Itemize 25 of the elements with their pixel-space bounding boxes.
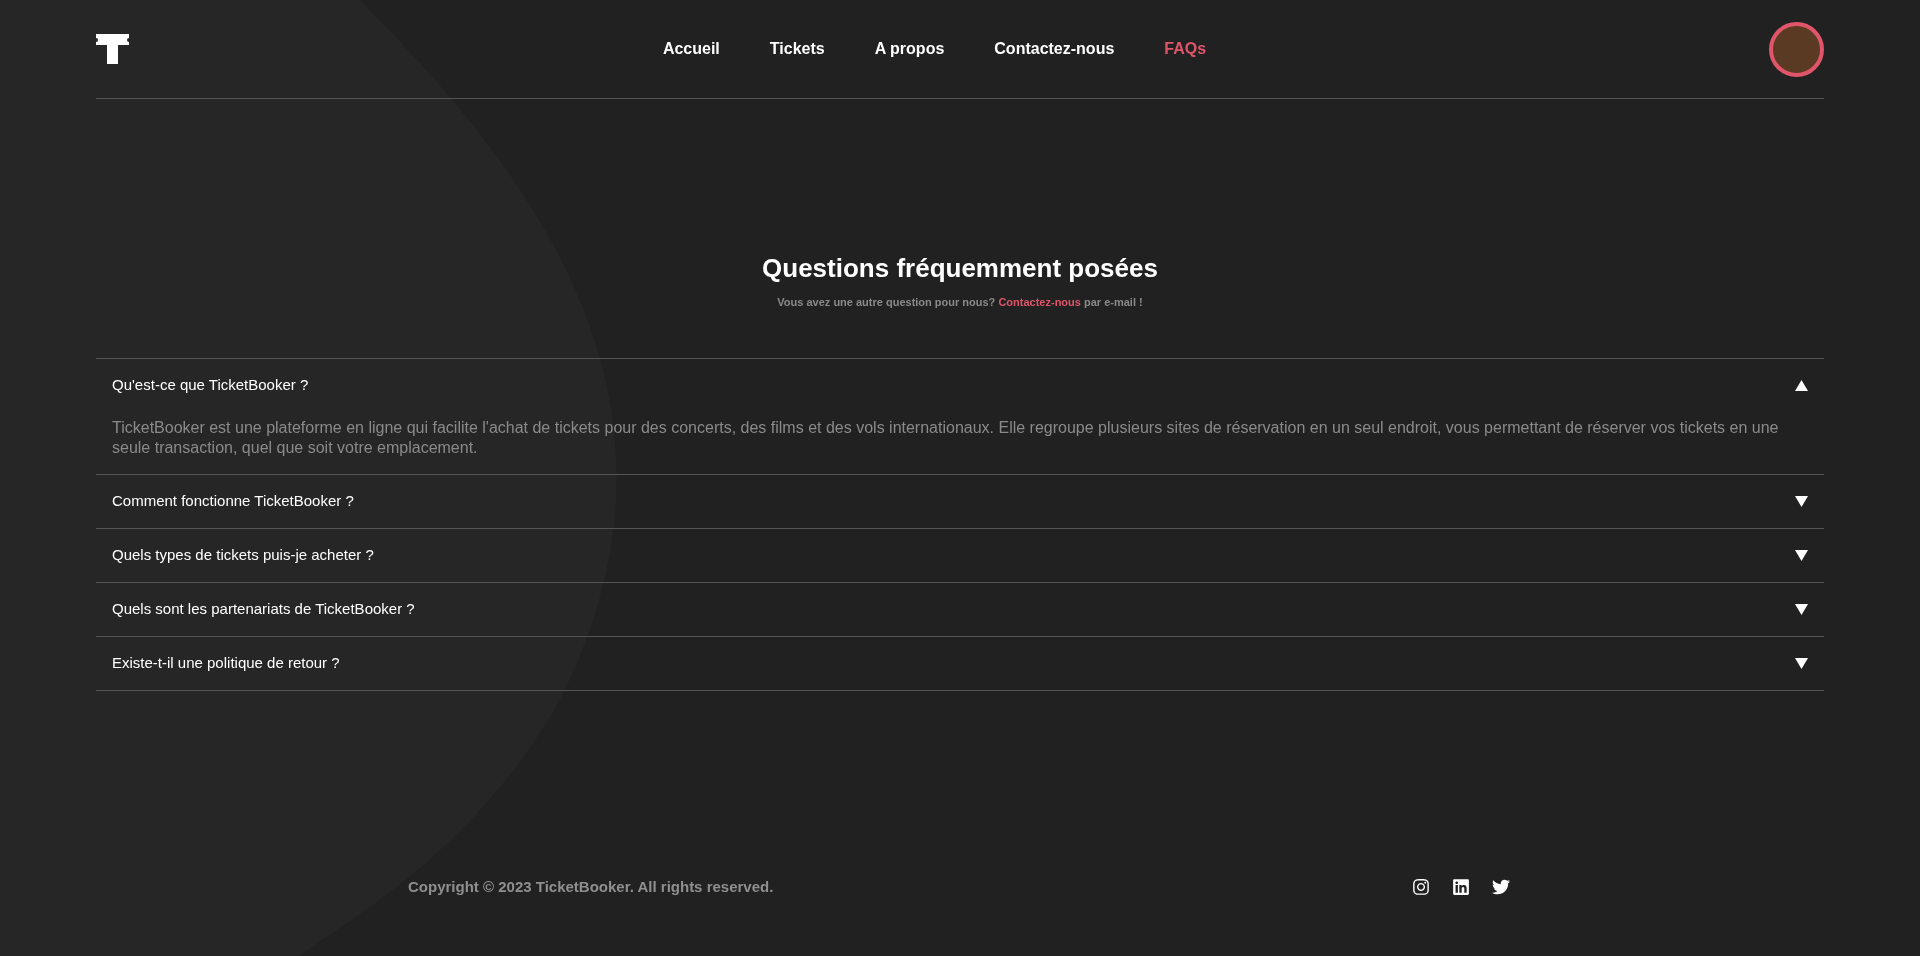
faq-answer: TicketBooker est une plateforme en ligne qui facilite l'achat de tickets pour des concerts, des films et des vols internationaux. Elle regroupe plusieurs sites de réservation en un seul endroit, vous permettant de réserver vos tickets en une seule transaction, quel que soit votre emplacement. xyxy=(111,417,1780,458)
triangle-down-icon xyxy=(1795,603,1808,615)
faq-question[interactable]: Existe-t-il une politique de retour ? xyxy=(96,636,1824,690)
triangle-up-icon xyxy=(1795,379,1808,391)
nav-link[interactable]: Contactez-nous xyxy=(994,37,1115,61)
faq-question[interactable]: Quels types de tickets puis-je acheter ? xyxy=(96,528,1824,582)
faq-question[interactable]: Quels sont les partenariats de TicketBooker ? xyxy=(96,582,1824,636)
page-title: Questions fréquemment posées xyxy=(762,252,1158,285)
nav-link[interactable]: Accueil xyxy=(662,37,720,61)
twitter-icon[interactable] xyxy=(1492,877,1510,896)
nav-link[interactable]: Tickets xyxy=(769,37,825,61)
ticket-logo-icon[interactable] xyxy=(96,34,130,64)
nav-link[interactable]: FAQs xyxy=(1164,37,1207,61)
triangle-down-icon xyxy=(1795,495,1808,507)
triangle-down-icon xyxy=(1795,657,1808,669)
nav-link[interactable]: A propos xyxy=(874,37,945,61)
copyright-text: Copyright © 2023 TicketBooker. All rights reserved. xyxy=(408,876,774,897)
linkedin-icon[interactable] xyxy=(1452,877,1470,896)
avatar[interactable] xyxy=(1769,21,1824,77)
contact-link[interactable]: Contactez-nous xyxy=(998,296,1081,308)
faq-question[interactable]: Comment fonctionne TicketBooker ? xyxy=(96,474,1824,528)
faq-question[interactable]: Qu'est-ce que TicketBooker ? xyxy=(96,358,1824,412)
instagram-icon[interactable] xyxy=(1412,877,1430,896)
subtitle: Vous avez une autre question pour nous? Contactez-nous par e-mail ! xyxy=(777,295,1143,310)
triangle-down-icon xyxy=(1795,549,1808,561)
